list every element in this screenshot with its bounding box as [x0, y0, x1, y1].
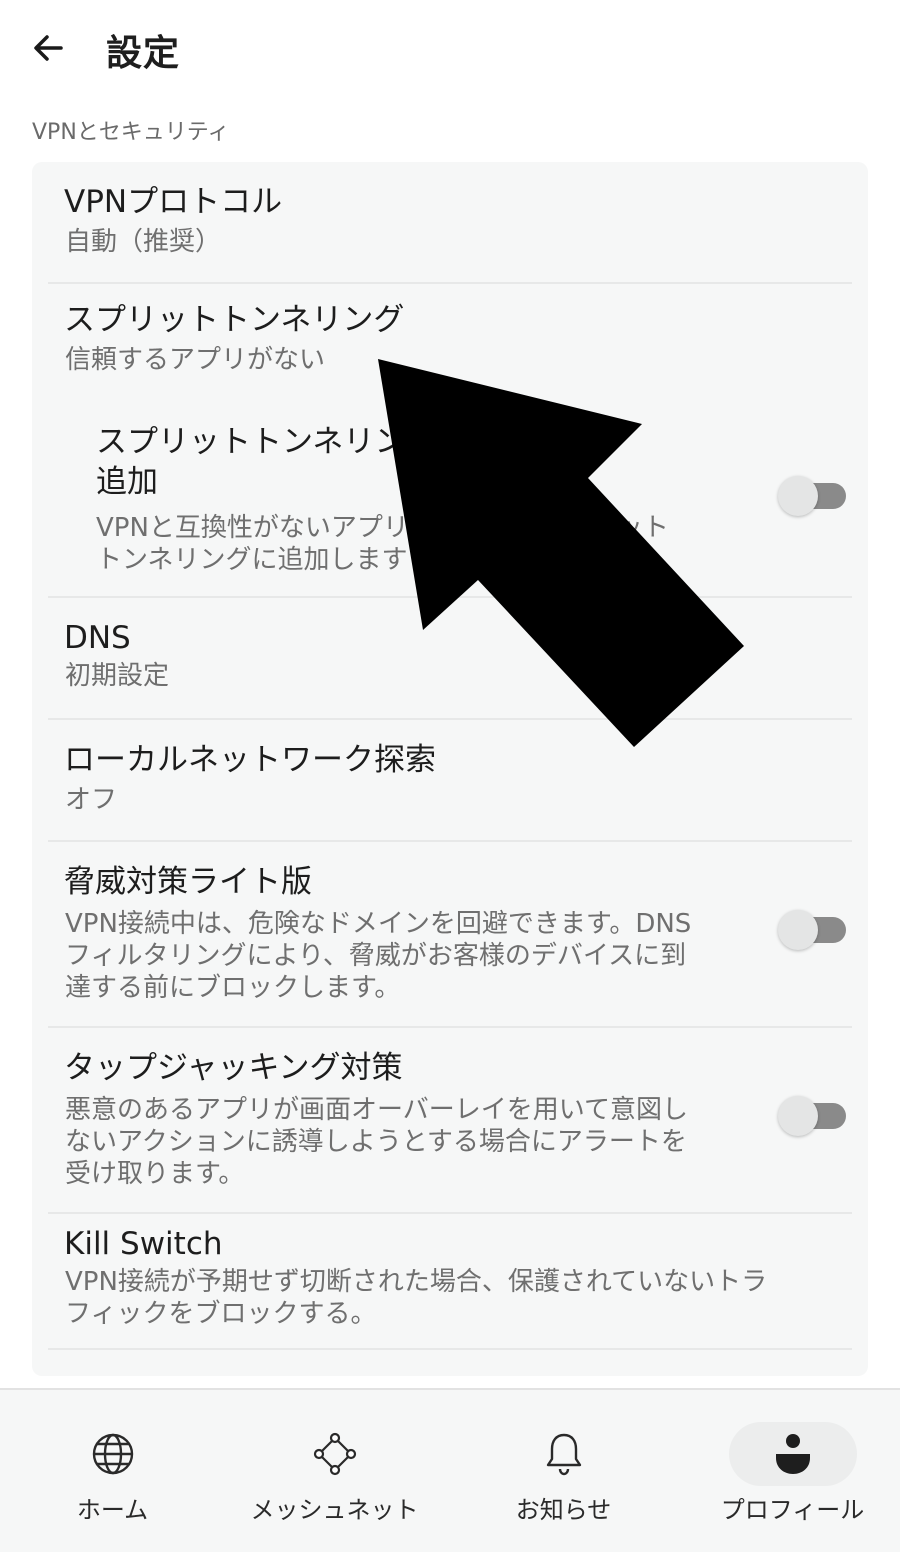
auto-add-toggle[interactable]	[778, 476, 846, 516]
toggle-thumb	[778, 1096, 818, 1136]
tapjacking-toggle[interactable]	[778, 1096, 846, 1136]
nav-icon-container	[728, 1422, 857, 1486]
page-title: 設定	[106, 33, 181, 74]
auto-add-split-tunneling-setting[interactable]: スプリットトンネリングに自動的に 追加 VPNと互換性がないアプリを自動的にスプ…	[48, 406, 852, 596]
divider	[48, 1348, 852, 1350]
threat-protection-toggle[interactable]	[778, 910, 846, 950]
bottom-navigation: ホーム メッシュネット お知らせ プロフィール	[0, 1388, 900, 1552]
setting-title: DNS	[64, 620, 131, 656]
nav-profile[interactable]: プロフィール	[680, 1390, 900, 1550]
local-network-discovery-setting[interactable]: ローカルネットワーク探索 オフ	[48, 720, 852, 840]
setting-value: 自動（推奨）	[65, 227, 222, 257]
setting-title: ローカルネットワーク探索	[64, 742, 436, 778]
app-bar: 設定	[0, 0, 900, 96]
toggle-thumb	[778, 910, 818, 950]
toggle-thumb	[778, 476, 818, 516]
nav-label: メッシュネット	[250, 1496, 419, 1524]
settings-card: VPNプロトコル 自動（推奨） スプリットトンネリング 信頼するアプリがない ス…	[32, 162, 868, 1376]
setting-description: VPN接続が予期せず切断された場合、保護されていないトラ フィックをブロックする…	[65, 1267, 768, 1329]
setting-title: Kill Switch	[64, 1226, 223, 1262]
section-label: VPNとセキュリティ	[32, 120, 230, 145]
nav-icon-container	[49, 1422, 177, 1486]
setting-value: 初期設定	[65, 661, 170, 691]
nav-icon-container	[500, 1422, 628, 1486]
split-tunneling-setting[interactable]: スプリットトンネリング 信頼するアプリがない	[48, 284, 852, 394]
nav-label: ホーム	[76, 1496, 149, 1524]
setting-description: VPN接続中は、危険なドメインを回避できます。DNS フィルタリングにより、脅威…	[65, 909, 692, 1003]
setting-description: 悪意のあるアプリが画面オーバーレイを用いて意図し ないアクションに誘導しようとす…	[65, 1095, 688, 1189]
nav-meshnet[interactable]: メッシュネット	[222, 1390, 447, 1550]
nav-home[interactable]: ホーム	[0, 1390, 225, 1550]
dns-setting[interactable]: DNS 初期設定	[48, 598, 852, 718]
setting-title: スプリットトンネリングに自動的に 追加	[96, 424, 592, 500]
bell-icon	[546, 1433, 581, 1476]
setting-title: タップジャッキング対策	[64, 1050, 403, 1086]
setting-title: 脅威対策ライト版	[64, 864, 312, 900]
setting-title: VPNプロトコル	[64, 184, 283, 220]
nav-notifications[interactable]: お知らせ	[451, 1390, 676, 1550]
meshnet-icon	[313, 1432, 356, 1476]
nav-icon-container	[271, 1422, 399, 1486]
globe-icon	[92, 1433, 133, 1475]
arrow-left-icon	[34, 35, 63, 61]
nav-label: プロフィール	[720, 1496, 865, 1524]
vpn-protocol-setting[interactable]: VPNプロトコル 自動（推奨）	[48, 172, 852, 282]
back-button[interactable]	[22, 22, 74, 74]
profile-icon	[775, 1434, 810, 1474]
setting-value: 信頼するアプリがない	[65, 345, 326, 375]
tapjacking-protection-setting[interactable]: タップジャッキング対策 悪意のあるアプリが画面オーバーレイを用いて意図し ないア…	[48, 1028, 852, 1212]
setting-value: オフ	[65, 785, 118, 815]
setting-title: スプリットトンネリング	[64, 302, 405, 338]
threat-protection-lite-setting[interactable]: 脅威対策ライト版 VPN接続中は、危険なドメインを回避できます。DNS フィルタ…	[48, 842, 852, 1026]
nav-label: お知らせ	[515, 1496, 612, 1524]
kill-switch-setting[interactable]: Kill Switch VPN接続が予期せず切断された場合、保護されていないトラ…	[48, 1214, 852, 1348]
setting-description: VPNと互換性がないアプリを自動的にスプリット トンネリングに追加します	[96, 513, 669, 575]
